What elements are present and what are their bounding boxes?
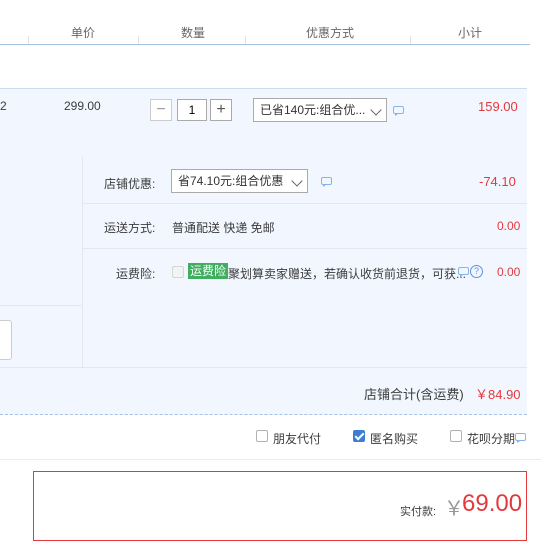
comment-icon[interactable]	[458, 267, 469, 277]
anonymous-checkbox[interactable]	[353, 430, 365, 442]
friend-pay-checkbox[interactable]	[256, 430, 268, 442]
quantity-decrease-button[interactable]: −	[150, 99, 172, 121]
shop-discount-value: -74.10	[479, 174, 516, 189]
shop-total-value: ￥84.90	[475, 387, 521, 402]
actual-payment-amount: 69.00	[462, 490, 523, 517]
friend-pay-label[interactable]: 朋友代付	[273, 430, 321, 447]
insurance-checkbox[interactable]	[172, 266, 184, 278]
plus-icon: +	[216, 101, 226, 118]
shop-discount-select-value: 省74.10元:组合优惠	[178, 174, 284, 188]
help-icon[interactable]: ?	[470, 265, 483, 278]
insurance-description: 聚划算卖家赠送，若确认收货前退货，可获...	[228, 267, 467, 281]
insurance-value: 0.00	[497, 265, 521, 279]
row-divider	[82, 203, 527, 204]
comment-icon[interactable]	[515, 433, 526, 443]
shipping-method: 普通配送 快递 免邮	[172, 221, 275, 235]
huabei-label[interactable]: 花呗分期	[467, 430, 515, 447]
item-promo-select-value: 已省140元:组合优...	[260, 103, 366, 117]
payment-options-row: 朋友代付 匿名购买 花呗分期	[0, 413, 541, 460]
quantity-increase-button[interactable]: +	[210, 99, 232, 121]
header-unit-price: 单价	[71, 26, 96, 40]
header-quantity: 数量	[181, 26, 206, 40]
column-divider	[82, 157, 83, 367]
shipping-label: 运送方式:	[104, 221, 156, 235]
shipping-value: 0.00	[497, 219, 521, 233]
header-promo: 优惠方式	[306, 26, 355, 40]
header-divider	[245, 36, 246, 44]
header-divider	[138, 36, 139, 44]
item-promo-select[interactable]: 已省140元:组合优...	[253, 98, 387, 122]
shop-total-row: 店铺合计(含运费) ￥84.90	[0, 367, 527, 415]
insurance-badge: 运费险	[188, 263, 229, 279]
header-divider	[28, 36, 29, 44]
huabei-checkbox[interactable]	[450, 430, 462, 442]
chevron-down-icon	[291, 175, 303, 187]
item-index-fragment: 2	[0, 99, 7, 113]
currency-symbol: ￥	[444, 498, 464, 520]
minus-icon: −	[156, 101, 166, 118]
message-box-fragment[interactable]	[0, 320, 12, 360]
shop-discount-label: 店铺优惠:	[104, 177, 156, 191]
chevron-down-icon	[370, 104, 382, 116]
actual-payment-label: 实付款:	[400, 506, 437, 518]
header-subtotal: 小计	[458, 26, 483, 40]
cart-item-row: 2 299.00 − 1 + 已省140元:组合优... 159.00	[0, 88, 527, 158]
shop-total-label: 店铺合计(含运费)	[364, 387, 464, 402]
comment-icon[interactable]	[321, 177, 332, 187]
comment-icon[interactable]	[393, 106, 404, 116]
row-divider	[0, 305, 82, 306]
header-divider	[410, 36, 411, 44]
cart-table-header: 单价 数量 优惠方式 小计	[0, 20, 530, 45]
shop-discount-select[interactable]: 省74.10元:组合优惠	[171, 169, 308, 193]
item-subtotal: 159.00	[478, 99, 518, 114]
item-unit-price: 299.00	[64, 99, 101, 113]
quantity-input[interactable]: 1	[177, 99, 207, 121]
row-divider	[82, 248, 527, 249]
anonymous-label[interactable]: 匿名购买	[370, 430, 418, 447]
insurance-label: 运费险:	[116, 267, 156, 281]
